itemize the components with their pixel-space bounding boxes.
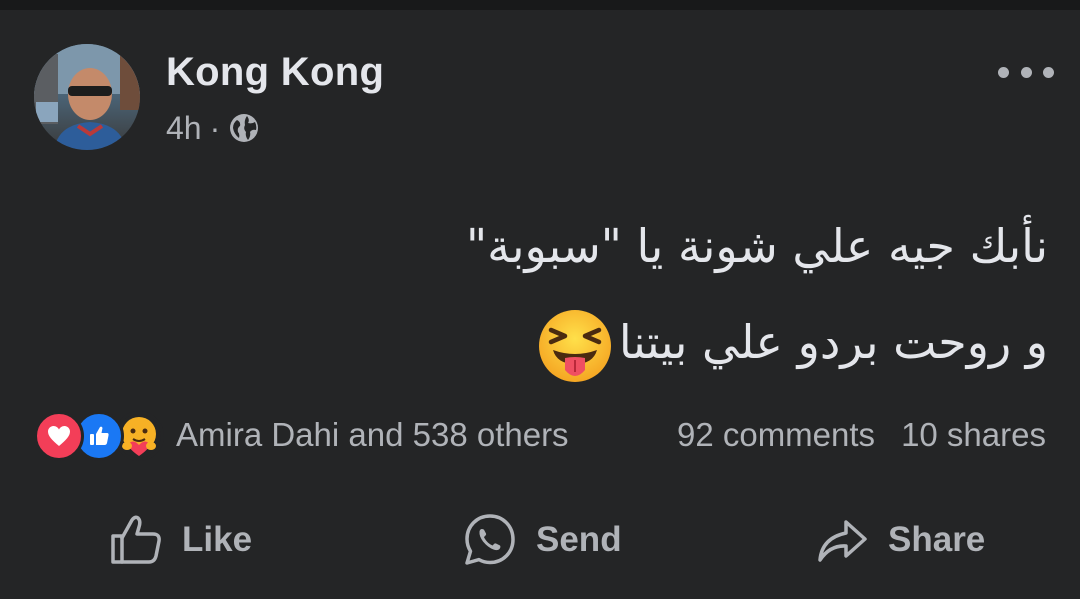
action-bar: Like Send Share: [0, 500, 1080, 580]
like-label: Like: [182, 520, 253, 559]
comments-count[interactable]: 92 comments: [677, 416, 875, 454]
more-options-button[interactable]: [998, 58, 1054, 86]
reaction-icons[interactable]: [34, 410, 164, 462]
share-label: Share: [888, 520, 986, 559]
post-text-line-2: و روحت بردو علي بيتنا: [618, 315, 1048, 369]
dot-icon: [998, 66, 1009, 78]
share-button[interactable]: Share: [814, 500, 985, 580]
shares-count[interactable]: 10 shares: [901, 416, 1046, 454]
like-button[interactable]: Like: [108, 500, 252, 580]
dot-icon: [1020, 66, 1032, 78]
whatsapp-icon: [465, 514, 515, 565]
send-label: Send: [536, 520, 622, 559]
thumbs-up-icon: [111, 515, 161, 564]
status-bar-strip: [0, 0, 1080, 10]
post-text-line-1: نأبك جيه علي شونة يا "سبوبة": [465, 219, 1048, 273]
engagement-counts: 92 comments 10 shares: [677, 416, 1046, 454]
send-button[interactable]: Send: [462, 500, 622, 580]
post-text: نأبك جيه علي شونة يا "سبوبة" و روحت بردو…: [300, 198, 1048, 390]
love-reaction-icon: [34, 411, 84, 461]
post-text-line-2-wrap: و روحت بردو علي بيتنا: [300, 294, 1048, 390]
avatar-photo: [34, 44, 140, 150]
author-name[interactable]: Kong Kong: [166, 50, 384, 95]
post-time[interactable]: 4h: [166, 110, 202, 147]
dot-icon: [1043, 66, 1054, 78]
meta-separator: ·: [209, 109, 221, 146]
squinting-face-with-tongue-icon: [538, 309, 611, 382]
avatar[interactable]: [34, 44, 140, 150]
post-meta: 4h ·: [166, 108, 260, 148]
globe-icon: [228, 112, 260, 144]
share-arrow-icon: [818, 520, 867, 562]
reaction-summary[interactable]: Amira Dahi and 538 others: [176, 416, 569, 454]
